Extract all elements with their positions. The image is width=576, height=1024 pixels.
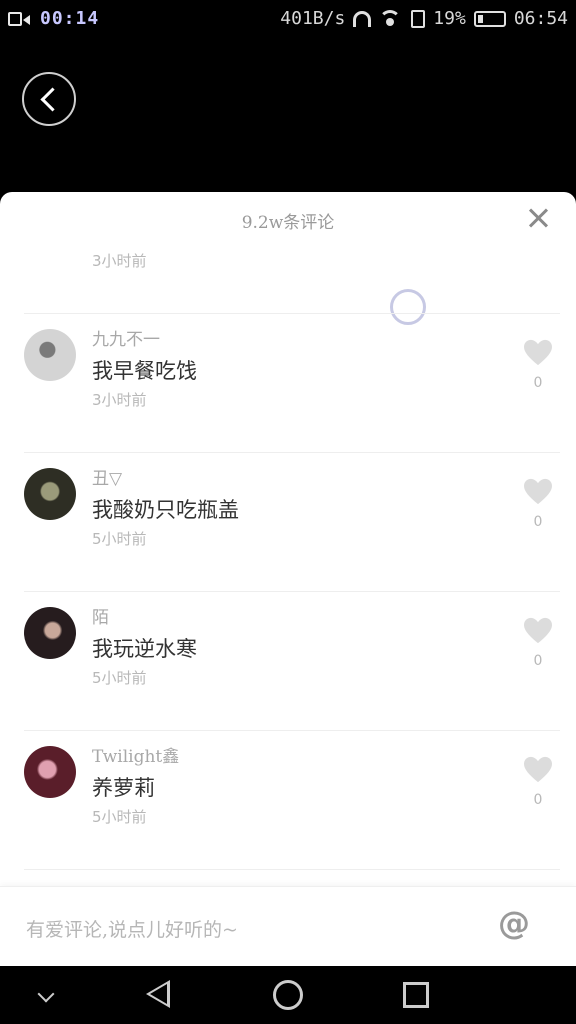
comment-input-bar: @ [0, 886, 576, 967]
like-count: 0 [533, 514, 543, 530]
divider [24, 869, 560, 870]
comment-time: 5小时前 [92, 669, 147, 687]
comment-item: Twilight鑫 养萝莉 5小时前 0 [0, 730, 576, 869]
comment-time: 5小时前 [92, 808, 147, 826]
comment-username[interactable]: 陌 [92, 603, 109, 628]
like-count: 0 [533, 375, 543, 391]
battery-percent: 19% [433, 8, 466, 29]
divider [24, 313, 560, 314]
divider [24, 591, 560, 592]
comment-time: 3小时前 [92, 391, 147, 409]
comment-username[interactable]: 丑▽ [92, 464, 122, 489]
like-count: 0 [533, 653, 543, 669]
comment-username[interactable]: Twilight鑫 [92, 742, 179, 767]
back-button[interactable] [22, 72, 76, 126]
comment-text: 我早餐吃饯 [92, 359, 197, 383]
comment-time: 5小时前 [92, 530, 147, 548]
comment-item: 丑▽ 我酸奶只吃瓶盖 5小时前 0 [0, 452, 576, 591]
avatar[interactable] [24, 746, 76, 798]
chevron-left-icon [40, 87, 65, 112]
heart-icon[interactable] [523, 339, 553, 369]
comment-text: 我玩逆水寒 [92, 637, 197, 661]
comments-panel: 9.2w条评论 3小时前 九九不一 我早餐吃饯 3小时前 0 丑▽ 我酸奶只吃瓶… [0, 192, 576, 966]
nav-back-icon[interactable] [146, 980, 170, 1008]
status-bar: 00:14 401B/s 19% 06:54 [0, 0, 576, 40]
system-nav-bar [0, 966, 576, 1024]
like-count: 0 [533, 792, 543, 808]
avatar[interactable] [24, 607, 76, 659]
comment-item: 九九不一 我早餐吃饯 3小时前 0 [0, 313, 576, 452]
network-speed: 401B/s [280, 8, 346, 29]
chevron-down-icon[interactable] [37, 985, 55, 1003]
avatar[interactable] [24, 329, 76, 381]
wifi-icon [379, 9, 403, 28]
heart-icon[interactable] [523, 756, 553, 786]
heart-icon[interactable] [523, 478, 553, 508]
status-bar-right: 401B/s 19% 06:54 [280, 8, 568, 29]
status-bar-left: 00:14 [8, 8, 99, 29]
comments-count-title: 9.2w条评论 [241, 213, 335, 233]
mention-at-icon[interactable]: @ [496, 905, 532, 941]
sim-icon [411, 9, 426, 28]
recording-time: 00:14 [40, 8, 100, 29]
comment-text: 养萝莉 [92, 776, 155, 800]
heart-icon[interactable] [523, 617, 553, 647]
partial-comment-time: 3小时前 [92, 252, 147, 270]
clock: 06:54 [513, 8, 568, 29]
screen-record-icon [8, 11, 30, 27]
comment-text: 我酸奶只吃瓶盖 [92, 498, 239, 522]
close-icon[interactable] [528, 208, 550, 230]
battery-icon [473, 10, 506, 27]
comment-item: 陌 我玩逆水寒 5小时前 0 [0, 591, 576, 730]
nav-home-icon[interactable] [273, 980, 303, 1010]
divider [24, 730, 560, 731]
avatar[interactable] [24, 468, 76, 520]
comment-username[interactable]: 九九不一 [92, 325, 160, 350]
divider [24, 452, 560, 453]
headphone-icon [353, 10, 372, 27]
nav-recent-apps-icon[interactable] [403, 982, 429, 1008]
comment-input[interactable] [24, 911, 468, 949]
